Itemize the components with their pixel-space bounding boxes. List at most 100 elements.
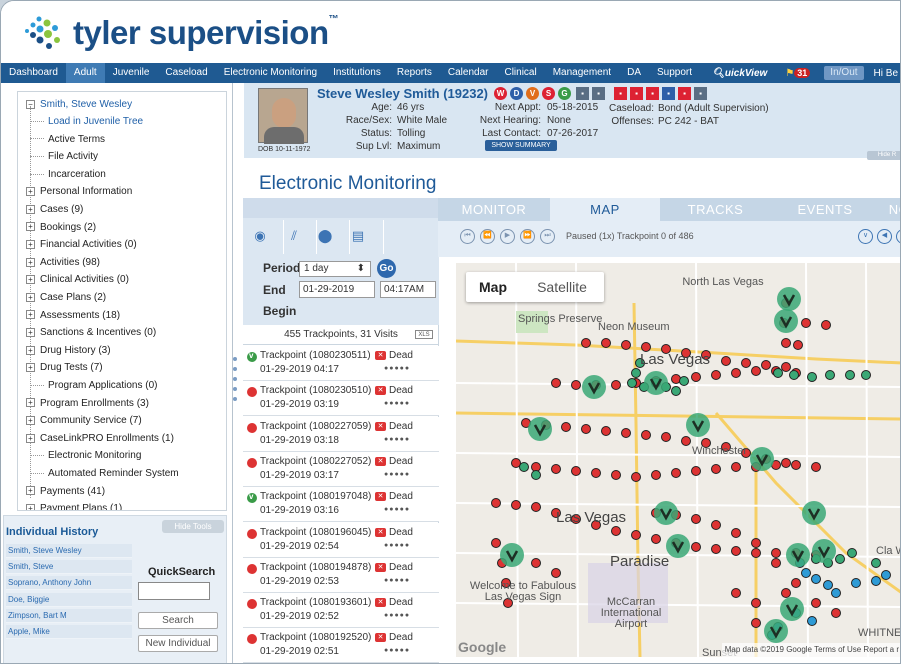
dead-trackpoint-marker[interactable] bbox=[711, 464, 721, 474]
end-time-input[interactable]: 04:17AM bbox=[380, 281, 436, 298]
dead-trackpoint-marker[interactable] bbox=[621, 340, 631, 350]
tree-item[interactable]: + Case Plans (2) bbox=[26, 289, 106, 306]
tree-root[interactable]: − Smith, Steve Wesley bbox=[26, 96, 132, 113]
dead-trackpoint-marker[interactable] bbox=[631, 472, 641, 482]
expand-icon[interactable]: + bbox=[26, 433, 35, 443]
nav-item-da[interactable]: DA bbox=[619, 63, 649, 83]
active-trackpoint-marker[interactable] bbox=[679, 376, 689, 386]
active-trackpoint-marker[interactable] bbox=[845, 370, 855, 380]
dead-trackpoint-marker[interactable] bbox=[491, 538, 501, 548]
dead-trackpoint-marker[interactable] bbox=[551, 378, 561, 388]
dead-trackpoint-marker[interactable] bbox=[691, 372, 701, 382]
visit-marker[interactable] bbox=[777, 287, 801, 311]
dead-trackpoint-marker[interactable] bbox=[611, 470, 621, 480]
dead-trackpoint-marker[interactable] bbox=[491, 498, 501, 508]
active-trackpoint-marker[interactable] bbox=[861, 370, 871, 380]
play-icon[interactable]: ▶ bbox=[500, 229, 515, 244]
tree-item[interactable]: + Payments (41) bbox=[26, 483, 105, 500]
active-trackpoint-marker[interactable] bbox=[847, 548, 857, 558]
expand-icon[interactable]: + bbox=[26, 204, 35, 214]
dead-trackpoint-marker[interactable] bbox=[831, 608, 841, 618]
active-trackpoint-marker[interactable] bbox=[773, 368, 783, 378]
expand-icon[interactable]: + bbox=[26, 292, 35, 302]
dead-trackpoint-marker[interactable] bbox=[781, 338, 791, 348]
tree-item[interactable]: + Drug Tests (7) bbox=[26, 359, 103, 376]
dead-trackpoint-marker[interactable] bbox=[571, 380, 581, 390]
dead-trackpoint-marker[interactable] bbox=[781, 588, 791, 598]
tree-item[interactable]: + Payment Plans (1) bbox=[26, 500, 122, 510]
visit-marker[interactable] bbox=[780, 597, 804, 621]
history-entry[interactable]: Smith, Steve Wesley bbox=[6, 544, 132, 558]
dead-trackpoint-marker[interactable] bbox=[571, 466, 581, 476]
active-trackpoint-marker[interactable] bbox=[789, 370, 799, 380]
visit-marker[interactable] bbox=[686, 413, 710, 437]
map-type-satellite-button[interactable]: Satellite bbox=[520, 272, 604, 302]
visit-marker[interactable] bbox=[644, 371, 668, 395]
expand-icon[interactable]: + bbox=[26, 328, 35, 338]
visit-marker[interactable] bbox=[582, 375, 606, 399]
expand-icon[interactable]: + bbox=[26, 363, 35, 373]
nav-item-institutions[interactable]: Institutions bbox=[325, 63, 389, 83]
dead-trackpoint-marker[interactable] bbox=[821, 320, 831, 330]
dead-trackpoint-marker[interactable] bbox=[561, 422, 571, 432]
dead-trackpoint-marker[interactable] bbox=[551, 464, 561, 474]
dead-trackpoint-marker[interactable] bbox=[781, 362, 791, 372]
tag-icon[interactable]: ▪ bbox=[678, 87, 691, 100]
visit-marker[interactable] bbox=[786, 543, 810, 567]
dead-trackpoint-marker[interactable] bbox=[751, 598, 761, 608]
alerts-button[interactable]: ⚑ 31 bbox=[777, 67, 818, 79]
tab-events[interactable]: EVENTS bbox=[771, 198, 879, 221]
visit-marker[interactable] bbox=[654, 501, 678, 525]
splitter-dot[interactable] bbox=[233, 367, 237, 371]
tree-item[interactable]: Load in Juvenile Tree bbox=[30, 113, 143, 130]
run-icon[interactable]: ▪ bbox=[694, 87, 707, 100]
active-trackpoint-marker[interactable] bbox=[671, 386, 681, 396]
dead-trackpoint-marker[interactable] bbox=[601, 426, 611, 436]
status-badge[interactable]: V bbox=[526, 87, 539, 100]
tree-item[interactable]: + Activities (98) bbox=[26, 254, 100, 271]
visit-marker[interactable] bbox=[666, 534, 690, 558]
tab-monitor[interactable]: MONITOR bbox=[438, 198, 550, 221]
period-select[interactable]: 1 day ⬍ bbox=[299, 261, 371, 277]
tree-item[interactable]: + Assessments (18) bbox=[26, 307, 120, 324]
history-entry[interactable]: Doe, Biggie bbox=[6, 592, 132, 607]
trackpoint-row[interactable]: Trackpoint (1080230510) 01-29-2019 03:19 ✕… bbox=[243, 381, 439, 417]
dead-trackpoint-marker[interactable] bbox=[531, 502, 541, 512]
battery-trackpoint-marker[interactable] bbox=[871, 576, 881, 586]
tab-tracks[interactable]: TRACKS bbox=[660, 198, 771, 221]
expand-icon[interactable]: + bbox=[26, 416, 35, 426]
tree-item[interactable]: + Bookings (2) bbox=[26, 219, 96, 236]
map-type-toggle[interactable]: Map Satellite bbox=[466, 272, 604, 302]
mugshot-photo[interactable] bbox=[258, 88, 308, 144]
hide-right-button[interactable]: Hide R bbox=[867, 151, 900, 160]
battery-trackpoint-marker[interactable] bbox=[823, 580, 833, 590]
dead-trackpoint-marker[interactable] bbox=[711, 370, 721, 380]
status-badge[interactable]: G bbox=[558, 87, 571, 100]
dead-trackpoint-marker[interactable] bbox=[801, 318, 811, 328]
dead-trackpoint-marker[interactable] bbox=[731, 462, 741, 472]
dead-trackpoint-marker[interactable] bbox=[511, 500, 521, 510]
trackpoint-row[interactable]: Trackpoint (1080227059) 01-29-2019 03:18 ✕… bbox=[243, 416, 439, 452]
splitter-dot[interactable] bbox=[233, 387, 237, 391]
trackpoint-row[interactable]: Trackpoint (1080196045) 01-29-2019 02:54 ✕… bbox=[243, 522, 439, 558]
dead-trackpoint-marker[interactable] bbox=[661, 432, 671, 442]
active-trackpoint-marker[interactable] bbox=[627, 378, 637, 388]
trackpoint-row[interactable]: Trackpoint (1080193601) 01-29-2019 02:52 ✕… bbox=[243, 593, 439, 629]
tree-item[interactable]: + Financial Activities (0) bbox=[26, 236, 137, 253]
tree-item[interactable]: + Community Service (7) bbox=[26, 412, 142, 429]
visit-marker[interactable] bbox=[802, 501, 826, 525]
trackpoint-row[interactable]: v Trackpoint (1080230511) 01-29-2019 04:17… bbox=[243, 346, 439, 381]
trackpoint-row[interactable]: Trackpoint (1080227052) 01-29-2019 03:17 ✕… bbox=[243, 451, 439, 487]
active-trackpoint-marker[interactable] bbox=[807, 372, 817, 382]
dead-trackpoint-marker[interactable] bbox=[531, 558, 541, 568]
show-summary-button[interactable]: SHOW SUMMARY bbox=[485, 140, 557, 151]
walk-icon[interactable]: ▪ bbox=[576, 87, 589, 100]
dead-trackpoint-marker[interactable] bbox=[811, 598, 821, 608]
tree-item[interactable]: Electronic Monitoring bbox=[30, 447, 141, 464]
expand-icon[interactable]: + bbox=[26, 486, 35, 496]
visit-marker[interactable] bbox=[750, 447, 774, 471]
visit-marker[interactable] bbox=[774, 309, 798, 333]
battery-trackpoint-marker[interactable] bbox=[851, 578, 861, 588]
wifi-icon[interactable]: ▪ bbox=[662, 87, 675, 100]
dead-trackpoint-marker[interactable] bbox=[591, 468, 601, 478]
